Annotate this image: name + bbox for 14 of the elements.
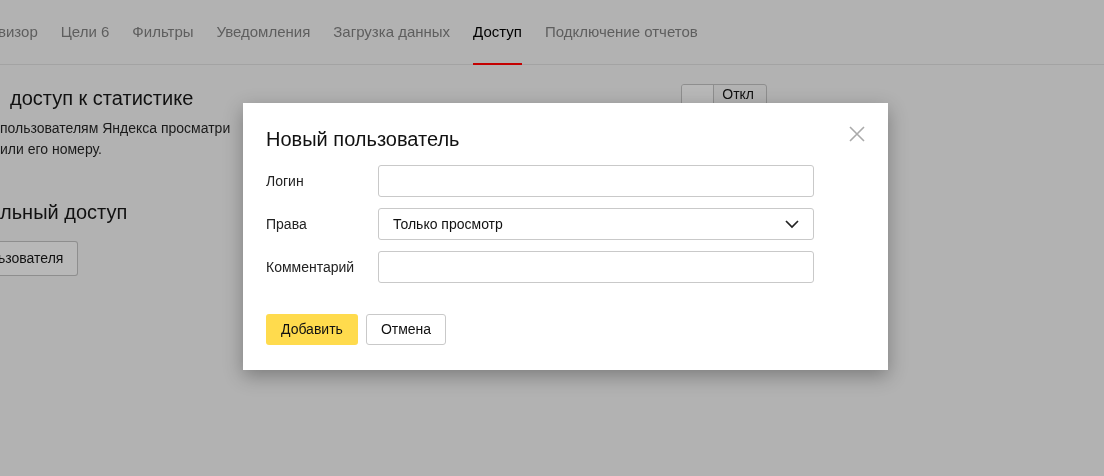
- input-field[interactable]: [378, 251, 814, 283]
- section-heading: доступ к статистике: [10, 86, 194, 111]
- cancel-button[interactable]: Отмена: [365, 314, 447, 345]
- description: пользователям Яндекса просматри или его номеру.: [0, 119, 231, 159]
- field-label: Комментарий: [266, 257, 356, 277]
- tab[interactable]: Доступ: [473, 0, 522, 65]
- add-button[interactable]: Добавить: [266, 314, 358, 345]
- select-field[interactable]: Только просмотр: [378, 208, 814, 240]
- field-label: Логин: [266, 171, 305, 191]
- field-label: Права: [266, 214, 308, 234]
- close-icon[interactable]: [848, 125, 866, 143]
- input-field[interactable]: [378, 165, 814, 197]
- chevron-down-icon: [785, 219, 799, 229]
- dialog-title: Новый пользователь: [266, 127, 460, 151]
